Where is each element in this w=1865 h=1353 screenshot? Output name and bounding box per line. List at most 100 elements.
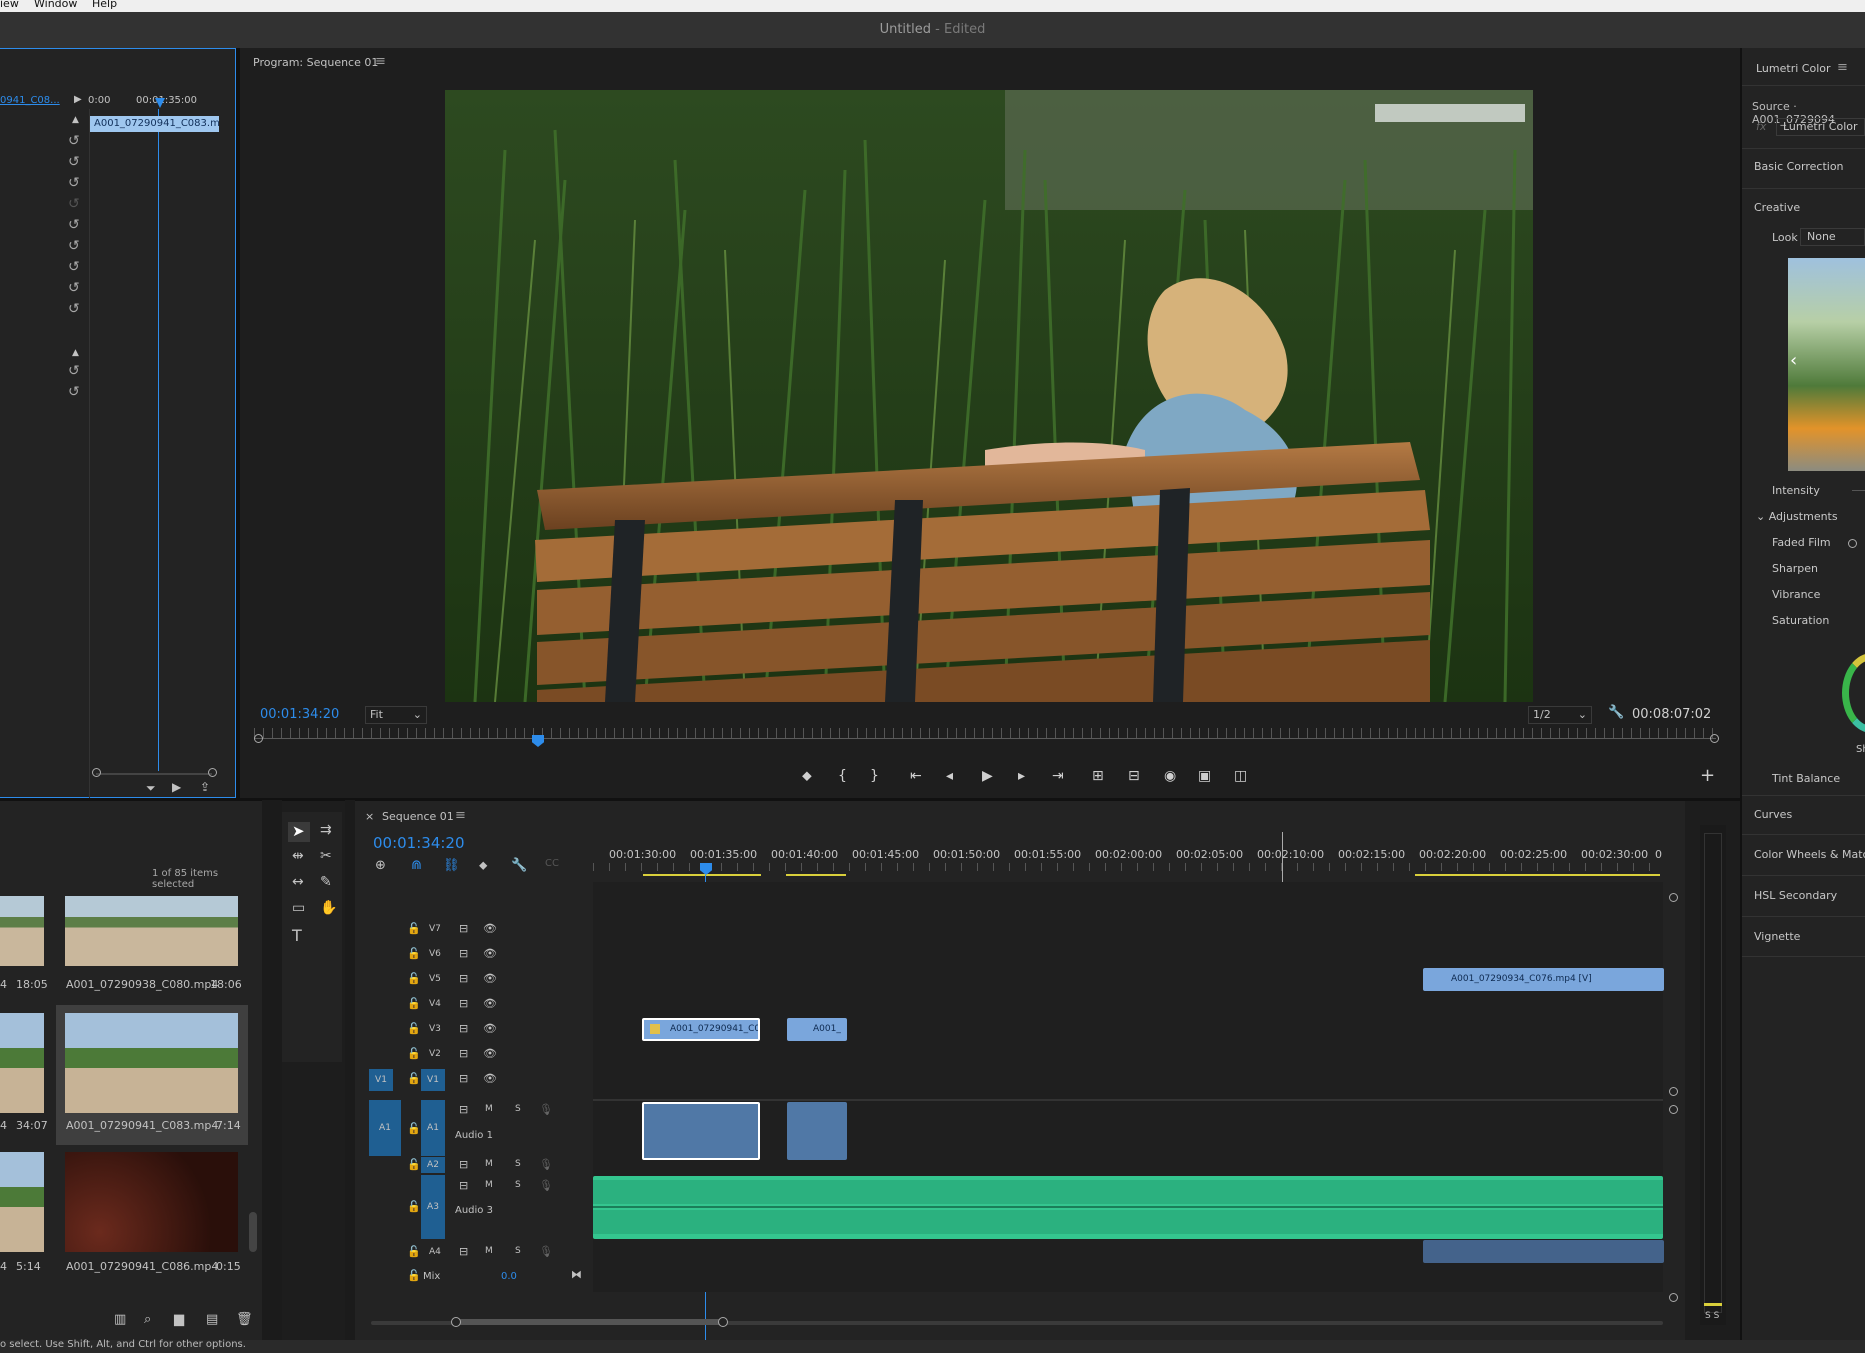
- eye-icon[interactable]: 👁: [483, 972, 497, 985]
- track-label[interactable]: A2: [421, 1157, 445, 1173]
- eye-icon[interactable]: 👁: [483, 1047, 497, 1060]
- hand-tool-icon[interactable]: ✋: [320, 900, 337, 916]
- mute-button[interactable]: M: [485, 1104, 493, 1114]
- color-wheels-section[interactable]: Color Wheels & Match: [1754, 848, 1865, 861]
- program-scrubber-track[interactable]: [254, 738, 1716, 739]
- settings-wrench-icon[interactable]: 🔧: [511, 858, 527, 873]
- play-audio-icon[interactable]: ▶: [172, 780, 181, 794]
- export-frame-icon[interactable]: ◉: [1164, 768, 1176, 784]
- timeline-ruler[interactable]: 00:01:30:00 00:01:35:00 00:01:40:00 00:0…: [593, 848, 1663, 882]
- v1-source-patch[interactable]: V1: [369, 1069, 393, 1091]
- reset-icon[interactable]: ↺: [68, 154, 80, 170]
- panel-separator[interactable]: [262, 800, 282, 1340]
- go-to-out-icon[interactable]: ⇥: [1052, 768, 1064, 784]
- sync-icon[interactable]: ⊟: [459, 972, 468, 985]
- track-select-tool-icon[interactable]: ⇉: [320, 822, 332, 838]
- lock-icon[interactable]: 🔓: [407, 947, 421, 960]
- insert-icon[interactable]: ▣: [1198, 768, 1211, 784]
- hsl-secondary-section[interactable]: HSL Secondary: [1754, 889, 1837, 902]
- sync-icon[interactable]: ⊟: [459, 1047, 468, 1060]
- mark-out-icon[interactable]: }: [870, 768, 879, 784]
- solo-button[interactable]: S: [515, 1246, 521, 1256]
- horizontal-scroll-thumb[interactable]: [455, 1319, 725, 1325]
- sync-icon[interactable]: ⊟: [459, 922, 468, 935]
- eye-icon[interactable]: 👁: [483, 1072, 497, 1085]
- lock-icon[interactable]: 🔓: [407, 1072, 421, 1085]
- razor-tool-icon[interactable]: ✂: [320, 848, 332, 864]
- fit-dropdown[interactable]: Fit ⌄: [365, 706, 427, 724]
- mic-icon[interactable]: 🎙: [539, 1245, 553, 1258]
- menu-window[interactable]: Window: [34, 0, 77, 10]
- vscroll-handle[interactable]: [1669, 1105, 1678, 1114]
- solo-button[interactable]: S: [515, 1180, 521, 1190]
- export-icon[interactable]: ⇪: [200, 780, 210, 794]
- clip-a3-audio[interactable]: [593, 1176, 1663, 1239]
- look-dropdown[interactable]: None: [1800, 228, 1865, 246]
- sync-icon[interactable]: ⊟: [459, 1179, 468, 1192]
- lumetri-title[interactable]: Lumetri Color: [1756, 62, 1831, 75]
- lock-icon[interactable]: 🔓: [407, 1269, 421, 1282]
- thumbnail-clip-c083[interactable]: [65, 1013, 238, 1113]
- thumbnail-left[interactable]: [0, 896, 44, 966]
- overwrite-icon[interactable]: ◫: [1234, 768, 1247, 784]
- clip-v5[interactable]: A001_07290934_C076.mp4 [V]: [1423, 968, 1664, 991]
- program-timecode[interactable]: 00:01:34:20: [260, 707, 339, 722]
- clip-a1-a[interactable]: [642, 1102, 760, 1160]
- vscroll-handle[interactable]: [1669, 1293, 1678, 1302]
- reset-icon[interactable]: ↺: [68, 238, 80, 254]
- mic-icon[interactable]: 🎙: [539, 1103, 553, 1116]
- new-item-icon[interactable]: ▤: [206, 1312, 218, 1327]
- search-icon[interactable]: ⌕: [144, 1312, 151, 1327]
- step-back-icon[interactable]: ◂: [946, 768, 953, 784]
- filter-icon[interactable]: ⏷: [146, 781, 156, 796]
- clip-name[interactable]: A001_07290941_C086.mp4: [66, 1260, 218, 1273]
- zoom-handle-right[interactable]: [718, 1317, 728, 1327]
- sync-icon[interactable]: ⊟: [459, 1158, 468, 1171]
- curves-section[interactable]: Curves: [1754, 808, 1792, 821]
- snap-icon[interactable]: ⋒: [411, 858, 422, 873]
- thumbnail-left[interactable]: [0, 1152, 44, 1252]
- sync-icon[interactable]: ⊟: [459, 1022, 468, 1035]
- shadow-tint-wheel[interactable]: [1842, 653, 1865, 733]
- a1-source-patch[interactable]: A1: [369, 1100, 401, 1156]
- lock-icon[interactable]: 🔓: [407, 1158, 421, 1171]
- sync-icon[interactable]: ⊟: [459, 947, 468, 960]
- go-to-in-icon[interactable]: ⇤: [910, 768, 922, 784]
- track-label[interactable]: V1: [421, 1069, 445, 1091]
- reset-icon[interactable]: ↺: [68, 133, 80, 149]
- meter-solo-labels[interactable]: S S: [1705, 1311, 1719, 1321]
- clip-name[interactable]: A001_07290938_C080.mp4: [66, 978, 218, 991]
- ec-zoom-scrollbar[interactable]: [96, 773, 212, 775]
- linked-selection-icon[interactable]: ⛓: [443, 858, 460, 873]
- intensity-slider[interactable]: [1852, 490, 1865, 491]
- slip-tool-icon[interactable]: ↔: [292, 874, 304, 890]
- panel-separator[interactable]: [1740, 48, 1742, 1353]
- eye-icon[interactable]: 👁: [483, 1022, 497, 1035]
- clip-name[interactable]: A001_07290941_C083.mp4: [66, 1119, 218, 1132]
- resolution-dropdown[interactable]: 1/2 ⌄: [1528, 706, 1592, 724]
- panel-menu-icon[interactable]: ≡: [455, 808, 466, 823]
- program-title[interactable]: Program: Sequence 01: [253, 56, 378, 69]
- lock-icon[interactable]: 🔓: [407, 1245, 421, 1258]
- sync-icon[interactable]: ⊟: [459, 1103, 468, 1116]
- track-label[interactable]: A1: [421, 1100, 445, 1156]
- program-playhead[interactable]: [532, 735, 544, 747]
- add-marker-icon[interactable]: ⬥: [802, 768, 812, 784]
- faded-film-slider-handle[interactable]: [1848, 539, 1857, 548]
- play-only-icon[interactable]: ▶: [74, 94, 82, 105]
- reset-icon[interactable]: ↺: [68, 175, 80, 191]
- panel-menu-icon[interactable]: ≡: [1837, 60, 1848, 75]
- eye-icon[interactable]: 👁: [483, 922, 497, 935]
- selection-tool-icon[interactable]: ➤: [292, 822, 305, 840]
- play-icon[interactable]: ▶: [982, 768, 993, 784]
- clip-a4[interactable]: [1423, 1240, 1664, 1263]
- solo-button[interactable]: S: [515, 1104, 521, 1114]
- timeline-timecode[interactable]: 00:01:34:20: [373, 834, 465, 852]
- scroll-handle-left[interactable]: [92, 768, 101, 777]
- captions-icon[interactable]: CC: [545, 858, 559, 869]
- reset-icon[interactable]: ↺: [68, 384, 80, 400]
- chevron-left-icon[interactable]: ‹: [1790, 350, 1797, 371]
- mark-in-icon[interactable]: {: [838, 768, 847, 784]
- collapse-icon[interactable]: ▲: [72, 115, 79, 125]
- vscroll-handle[interactable]: [1669, 1087, 1678, 1096]
